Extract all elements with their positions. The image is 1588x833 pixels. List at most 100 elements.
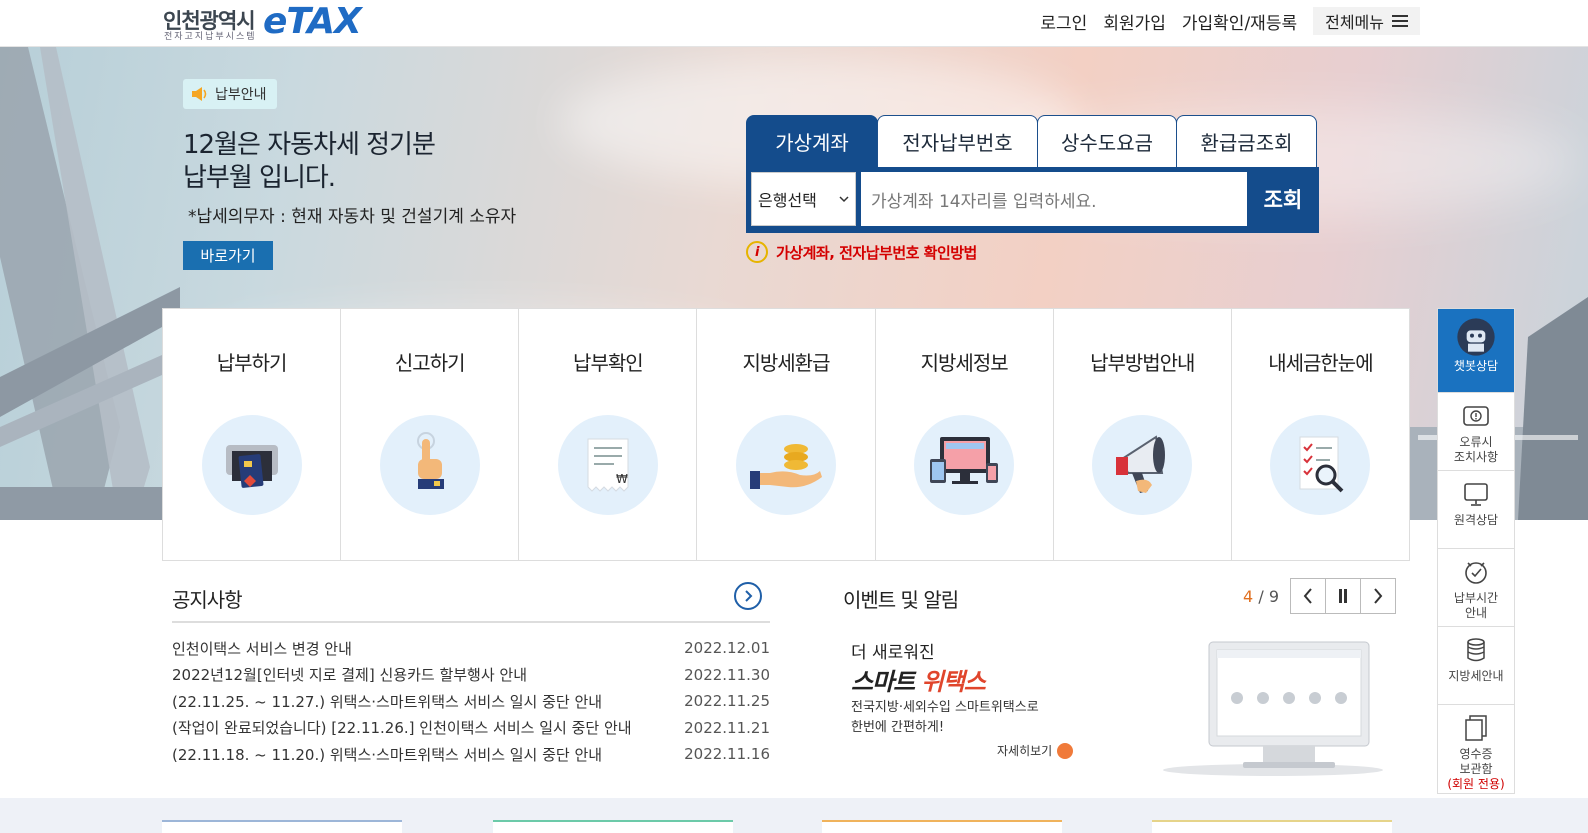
alert-icon xyxy=(1463,406,1489,426)
remote-support-button[interactable]: 원격상담 xyxy=(1438,471,1514,549)
chevron-right-icon xyxy=(1374,588,1383,604)
remote-support-label: 원격상담 xyxy=(1454,513,1498,528)
monitor-illustration xyxy=(1163,641,1383,776)
service-label: 신고하기 xyxy=(394,351,466,375)
documents-icon xyxy=(1465,715,1487,741)
speaker-icon xyxy=(191,86,209,102)
service-my-tax[interactable]: 내세금한눈에 xyxy=(1232,309,1409,560)
event-more-link[interactable]: 자세히보기 xyxy=(997,742,1074,759)
local-tax-guide-button[interactable]: 지방세안내 xyxy=(1438,627,1514,705)
service-refund[interactable]: 지방세환급 xyxy=(697,309,876,560)
payment-hours-button[interactable]: 납부시간 안내 xyxy=(1438,549,1514,627)
event-banner-headline: 스마트 위택스 xyxy=(851,662,986,697)
list-item[interactable]: (22.11.18. ~ 11.20.) 위택스·스마트위택스 서비스 일시 중… xyxy=(172,741,770,768)
service-tax-info[interactable]: 지방세정보 xyxy=(876,309,1054,560)
search-button[interactable]: 조회 xyxy=(1252,172,1314,226)
notice-item-date: 2022.11.16 xyxy=(684,745,770,764)
next-button[interactable] xyxy=(1360,578,1396,614)
coin-stack-icon xyxy=(1467,638,1485,662)
top-nav: 로그인 회원가입 가입확인/재등록 전체메뉴 xyxy=(1040,7,1420,35)
bank-select[interactable]: 은행선택 xyxy=(751,172,856,226)
event-banner-headline-b: 위택스 xyxy=(921,668,986,696)
list-item[interactable]: 인천이택스 서비스 변경 안내 2022.12.01 xyxy=(172,635,770,662)
local-tax-guide-label: 지방세안내 xyxy=(1448,669,1503,684)
megaphone-icon xyxy=(1092,415,1193,515)
bottom-banner-strip xyxy=(0,798,1588,833)
notice-item-title: (작업이 완료되었습니다) [22.11.26.] 인천이택스 서비스 일시 중… xyxy=(172,719,632,738)
events-title: 이벤트 및 알림 xyxy=(843,588,959,612)
list-item[interactable]: (작업이 완료되었습니다) [22.11.26.] 인천이택스 서비스 일시 중… xyxy=(172,715,770,742)
search-row: 은행선택 가상계좌 14자리를 입력하세요. 조회 xyxy=(746,167,1319,233)
receipt-box-label: 영수증 보관함 (회원 전용) xyxy=(1447,747,1504,792)
event-banner-headline-a: 스마트 xyxy=(851,668,922,696)
arrow-right-circle-icon xyxy=(1057,742,1074,759)
pager-total: 9 xyxy=(1268,586,1279,606)
hand-pointer-icon xyxy=(379,415,480,515)
service-payment-guide[interactable]: 납부방법안내 xyxy=(1054,309,1232,560)
notice-item-title: (22.11.18. ~ 11.20.) 위택스·스마트위택스 서비스 일시 중… xyxy=(172,745,603,764)
login-link[interactable]: 로그인 xyxy=(1040,9,1087,34)
events-pager: 4 / 9 xyxy=(1243,578,1396,614)
pager-current: 4 xyxy=(1243,586,1254,606)
service-label: 납부하기 xyxy=(216,351,288,375)
chevron-left-icon xyxy=(1303,588,1312,604)
hero-title-line2: 납부월 입니다. xyxy=(183,163,336,193)
logo-etax: eTAX xyxy=(263,1,362,42)
qb-label-line: 영수증 xyxy=(1459,747,1493,761)
account-help-link[interactable]: i 가상계좌, 전자납부번호 확인방법 xyxy=(746,241,977,263)
receipt-box-button[interactable]: 영수증 보관함 (회원 전용) xyxy=(1438,705,1514,793)
tab-refund-inquiry[interactable]: 환급금조회 xyxy=(1176,115,1317,167)
payment-hours-label: 납부시간 안내 xyxy=(1454,591,1498,621)
error-guide-button[interactable]: 오류시 조치사항 xyxy=(1438,393,1514,471)
coins-hand-icon xyxy=(735,415,836,515)
service-label: 지방세환급 xyxy=(742,351,830,375)
notice-item-title: 인천이택스 서비스 변경 안내 xyxy=(172,639,352,658)
account-help-label: 가상계좌, 전자납부번호 확인방법 xyxy=(776,243,977,262)
events-section: 이벤트 및 알림 4 / 9 더 새로워진 스마트 위택스 전국지방·세외수입 … xyxy=(843,578,1396,783)
qb-label-line: 납부시간 xyxy=(1453,591,1499,605)
quick-sidebar: 챗봇상담 오류시 조치사항 원격상담 납부시간 안내 지방세안내 영수증 보관함 (회원… xyxy=(1437,308,1515,794)
service-confirm[interactable]: 납부확인 ₩ xyxy=(519,309,698,560)
logo-subtitle: 전자고지납부시스템 xyxy=(164,32,257,42)
signup-link[interactable]: 회원가입 xyxy=(1103,9,1166,34)
tab-virtual-account[interactable]: 가상계좌 xyxy=(746,115,878,167)
tab-water-bill[interactable]: 상수도요금 xyxy=(1037,115,1177,167)
pause-button[interactable] xyxy=(1325,578,1361,614)
virtual-account-input[interactable]: 가상계좌 14자리를 입력하세요. xyxy=(861,172,1247,226)
notice-item-title: 2022년12월[인터넷 지로 결제] 신용카드 할부행사 안내 xyxy=(172,666,528,685)
bridge-illustration xyxy=(0,47,180,520)
event-banner-desc: 전국지방·세외수입 스마트위택스로 한번에 간편하게! xyxy=(851,698,1039,738)
join-check-link[interactable]: 가입확인/재등록 xyxy=(1182,9,1297,34)
payment-search-box: 가상계좌 전자납부번호 상수도요금 환급금조회 은행선택 가상계좌 14자리를 … xyxy=(746,115,1319,233)
chatbot-icon xyxy=(1457,318,1495,356)
atm-card-icon xyxy=(201,415,302,515)
tab-e-payment-number[interactable]: 전자납부번호 xyxy=(877,115,1038,167)
qb-label-line: 안내 xyxy=(1464,606,1488,620)
hero-title: 12월은 자동차세 정기분 납부월 입니다. xyxy=(183,129,436,195)
all-menu-button[interactable]: 전체메뉴 xyxy=(1313,7,1420,35)
notice-item-date: 2022.11.30 xyxy=(684,665,770,684)
qb-label-line: 챗봇상담 xyxy=(1453,359,1499,373)
service-menu: 납부하기 신고하기 납부확인 ₩ 지방세환급 지방세정보 납부방법안내 내세금한… xyxy=(162,308,1410,561)
prev-button[interactable] xyxy=(1290,578,1326,614)
hero-subtitle: *납세의무자 : 현재 자동차 및 건설기계 소유자 xyxy=(188,207,517,227)
notice-list: 인천이택스 서비스 변경 안내 2022.12.01 2022년12월[인터넷 지… xyxy=(172,635,770,768)
event-desc-line1: 전국지방·세외수입 스마트위택스로 xyxy=(851,700,1039,715)
info-icon: i xyxy=(746,241,768,263)
receipt-icon: ₩ xyxy=(557,415,658,515)
service-report[interactable]: 신고하기 xyxy=(341,309,520,560)
go-button[interactable]: 바로가기 xyxy=(183,241,273,270)
list-item[interactable]: (22.11.25. ~ 11.27.) 위택스·스마트위택스 서비스 일시 중… xyxy=(172,688,770,715)
all-menu-label: 전체메뉴 xyxy=(1325,13,1384,32)
chevron-right-circle-icon[interactable] xyxy=(734,582,762,610)
service-label: 납부확인 xyxy=(573,351,644,375)
devices-icon xyxy=(914,415,1015,515)
service-label: 지방세정보 xyxy=(920,351,1009,375)
list-item[interactable]: 2022년12월[인터넷 지로 결제] 신용카드 할부행사 안내 2022.11.… xyxy=(172,662,770,689)
hamburger-icon xyxy=(1392,15,1408,27)
notice-header: 공지사항 xyxy=(172,578,770,623)
svg-text:₩: ₩ xyxy=(616,472,628,486)
chatbot-button[interactable]: 챗봇상담 xyxy=(1438,309,1514,393)
notice-title: 공지사항 xyxy=(172,588,243,612)
service-pay[interactable]: 납부하기 xyxy=(163,309,342,560)
